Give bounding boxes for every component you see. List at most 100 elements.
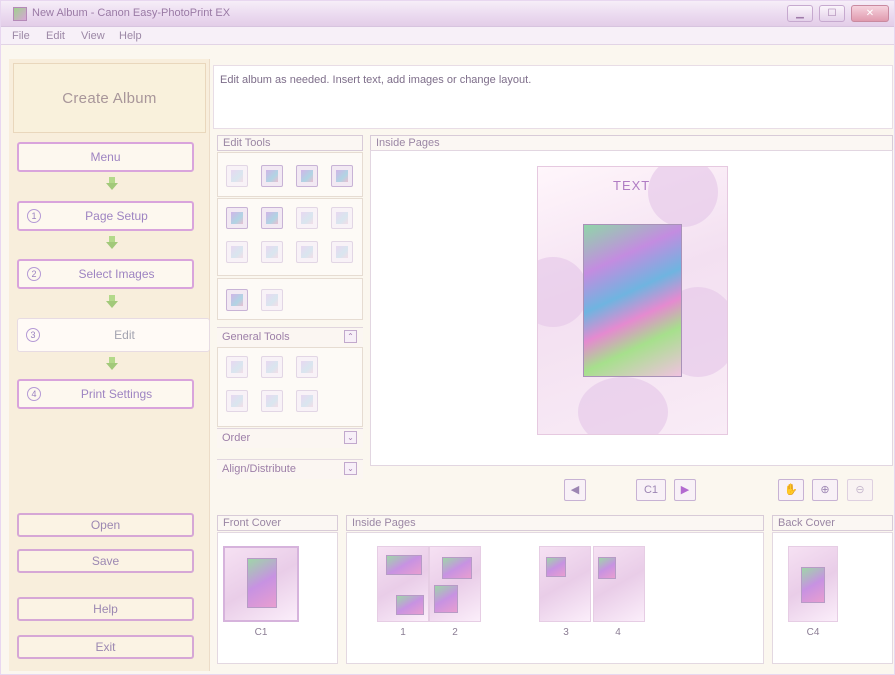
page-setup-label: Page Setup xyxy=(85,209,148,223)
edit-step-label: Edit xyxy=(114,328,135,342)
general-tools-group xyxy=(217,347,363,427)
redo-tool-icon[interactable] xyxy=(296,390,318,412)
page-setup-button[interactable]: 1 Page Setup xyxy=(17,201,194,231)
copy-tool-icon[interactable] xyxy=(261,356,283,378)
insert-image-tool-icon[interactable] xyxy=(226,165,248,187)
edit-tools-group-3 xyxy=(217,278,363,320)
menu-help[interactable]: Help xyxy=(119,30,142,42)
print-settings-label: Print Settings xyxy=(80,387,153,401)
arrow-down-icon xyxy=(106,236,118,250)
thumbnail-c4[interactable] xyxy=(788,546,838,622)
zoom-in-button[interactable]: ⊕ xyxy=(812,479,838,501)
undo-tool-icon[interactable] xyxy=(261,390,283,412)
page-indicator[interactable]: C1 xyxy=(636,479,666,501)
title-bar: New Album - Canon Easy-PhotoPrint EX ▁ ☐… xyxy=(1,1,894,27)
zoom-in-icon: ⊕ xyxy=(820,484,830,496)
background-tool-icon[interactable] xyxy=(226,289,248,311)
step-4-icon: 4 xyxy=(27,387,41,401)
instruction-text: Edit album as needed. Insert text, add i… xyxy=(213,65,893,129)
thumbnail-image xyxy=(546,557,566,577)
window-title: New Album - Canon Easy-PhotoPrint EX xyxy=(32,7,231,19)
inside-pages-header: Inside Pages xyxy=(346,515,764,531)
align-distribute-header: Align/Distribute xyxy=(217,459,363,479)
arrow-down-icon xyxy=(106,357,118,371)
thumbnail-page-3[interactable] xyxy=(539,546,591,622)
thumbnail-image xyxy=(598,557,616,579)
thumbnail-image xyxy=(396,595,424,615)
menu-view[interactable]: View xyxy=(81,30,105,42)
zoom-out-button[interactable]: ⊖ xyxy=(847,479,873,501)
effect-tool-icon[interactable] xyxy=(331,207,353,229)
page-text-box[interactable]: TEXT xyxy=(613,178,650,193)
pan-tool-button[interactable]: ✋ xyxy=(778,479,804,501)
maximize-button[interactable]: ☐ xyxy=(819,5,845,22)
thumbnail-page-1[interactable] xyxy=(377,546,429,622)
maximize-icon: ☐ xyxy=(827,8,837,19)
frame-tool-icon[interactable] xyxy=(261,207,283,229)
thumbnail-image xyxy=(442,557,472,579)
arrow-left-icon: ◀ xyxy=(570,484,580,496)
print-settings-button[interactable]: 4 Print Settings xyxy=(17,379,194,409)
paste-tool-icon[interactable] xyxy=(296,356,318,378)
thumb-label-c1: C1 xyxy=(254,627,268,638)
open-button[interactable]: Open xyxy=(17,513,194,537)
insert-text-tool-icon[interactable] xyxy=(261,165,283,187)
correct-tool-icon[interactable] xyxy=(296,207,318,229)
hand-icon: ✋ xyxy=(784,484,798,496)
collapse-general-tools-icon[interactable]: ⌃ xyxy=(344,330,357,343)
clipart-tool-icon[interactable] xyxy=(331,241,353,263)
arrow-down-icon xyxy=(106,295,118,309)
expand-order-icon[interactable]: ⌄ xyxy=(344,431,357,444)
help-button[interactable]: Help xyxy=(17,597,194,621)
thumb-label-2: 2 xyxy=(452,627,458,638)
general-tools-header: General Tools xyxy=(217,327,363,347)
create-album-heading: Create Album xyxy=(13,63,206,133)
date-tool-icon[interactable] xyxy=(296,241,318,263)
add-image-tool-icon[interactable] xyxy=(296,165,318,187)
flip-tool-icon[interactable] xyxy=(261,241,283,263)
thumbnail-image xyxy=(801,567,825,603)
edit-tools-header: Edit Tools xyxy=(217,135,363,151)
thumbnail-page-4[interactable] xyxy=(593,546,645,622)
menu-file[interactable]: File xyxy=(12,30,30,42)
close-button[interactable]: ✕ xyxy=(851,5,889,22)
select-images-label: Select Images xyxy=(78,267,155,281)
thumbnail-image xyxy=(386,555,422,575)
step-2-icon: 2 xyxy=(27,267,41,281)
thumb-label-3: 3 xyxy=(563,627,569,638)
background-shape xyxy=(648,167,718,227)
expand-align-icon[interactable]: ⌄ xyxy=(344,462,357,475)
next-page-button[interactable]: ▶ xyxy=(674,479,696,501)
menu-button[interactable]: Menu xyxy=(17,142,194,172)
background-shape xyxy=(578,377,668,434)
select-images-button[interactable]: 2 Select Images xyxy=(17,259,194,289)
arrow-right-icon: ▶ xyxy=(680,484,690,496)
page-photo[interactable] xyxy=(583,224,682,377)
app-window: New Album - Canon Easy-PhotoPrint EX ▁ ☐… xyxy=(0,0,895,675)
crop-tool-icon[interactable] xyxy=(226,207,248,229)
menu-edit[interactable]: Edit xyxy=(46,30,65,42)
background-shape xyxy=(538,257,588,327)
save-button[interactable]: Save xyxy=(17,549,194,573)
thumbnail-image xyxy=(434,585,458,613)
exit-button[interactable]: Exit xyxy=(17,635,194,659)
prev-page-button[interactable]: ◀ xyxy=(564,479,586,501)
change-layout-tool-icon[interactable] xyxy=(331,165,353,187)
front-cover-header: Front Cover xyxy=(217,515,338,531)
rotate-tool-icon[interactable] xyxy=(226,241,248,263)
thumb-label-4: 4 xyxy=(615,627,621,638)
cut-tool-icon[interactable] xyxy=(226,356,248,378)
album-page-preview[interactable]: TEXT xyxy=(537,166,728,435)
thumbnail-page-2[interactable] xyxy=(429,546,481,622)
delete-tool-icon[interactable] xyxy=(226,390,248,412)
edit-step-button[interactable]: 3 Edit xyxy=(17,318,210,352)
step-3-icon: 3 xyxy=(26,328,40,342)
edit-tools-group-2 xyxy=(217,198,363,276)
properties-tool-icon[interactable] xyxy=(261,289,283,311)
edit-tools-group-1 xyxy=(217,152,363,197)
zoom-out-icon: ⊖ xyxy=(855,484,865,496)
minimize-button[interactable]: ▁ xyxy=(787,5,813,22)
app-icon xyxy=(13,7,27,21)
preview-header: Inside Pages xyxy=(370,135,893,151)
thumbnail-c1[interactable] xyxy=(223,546,299,622)
